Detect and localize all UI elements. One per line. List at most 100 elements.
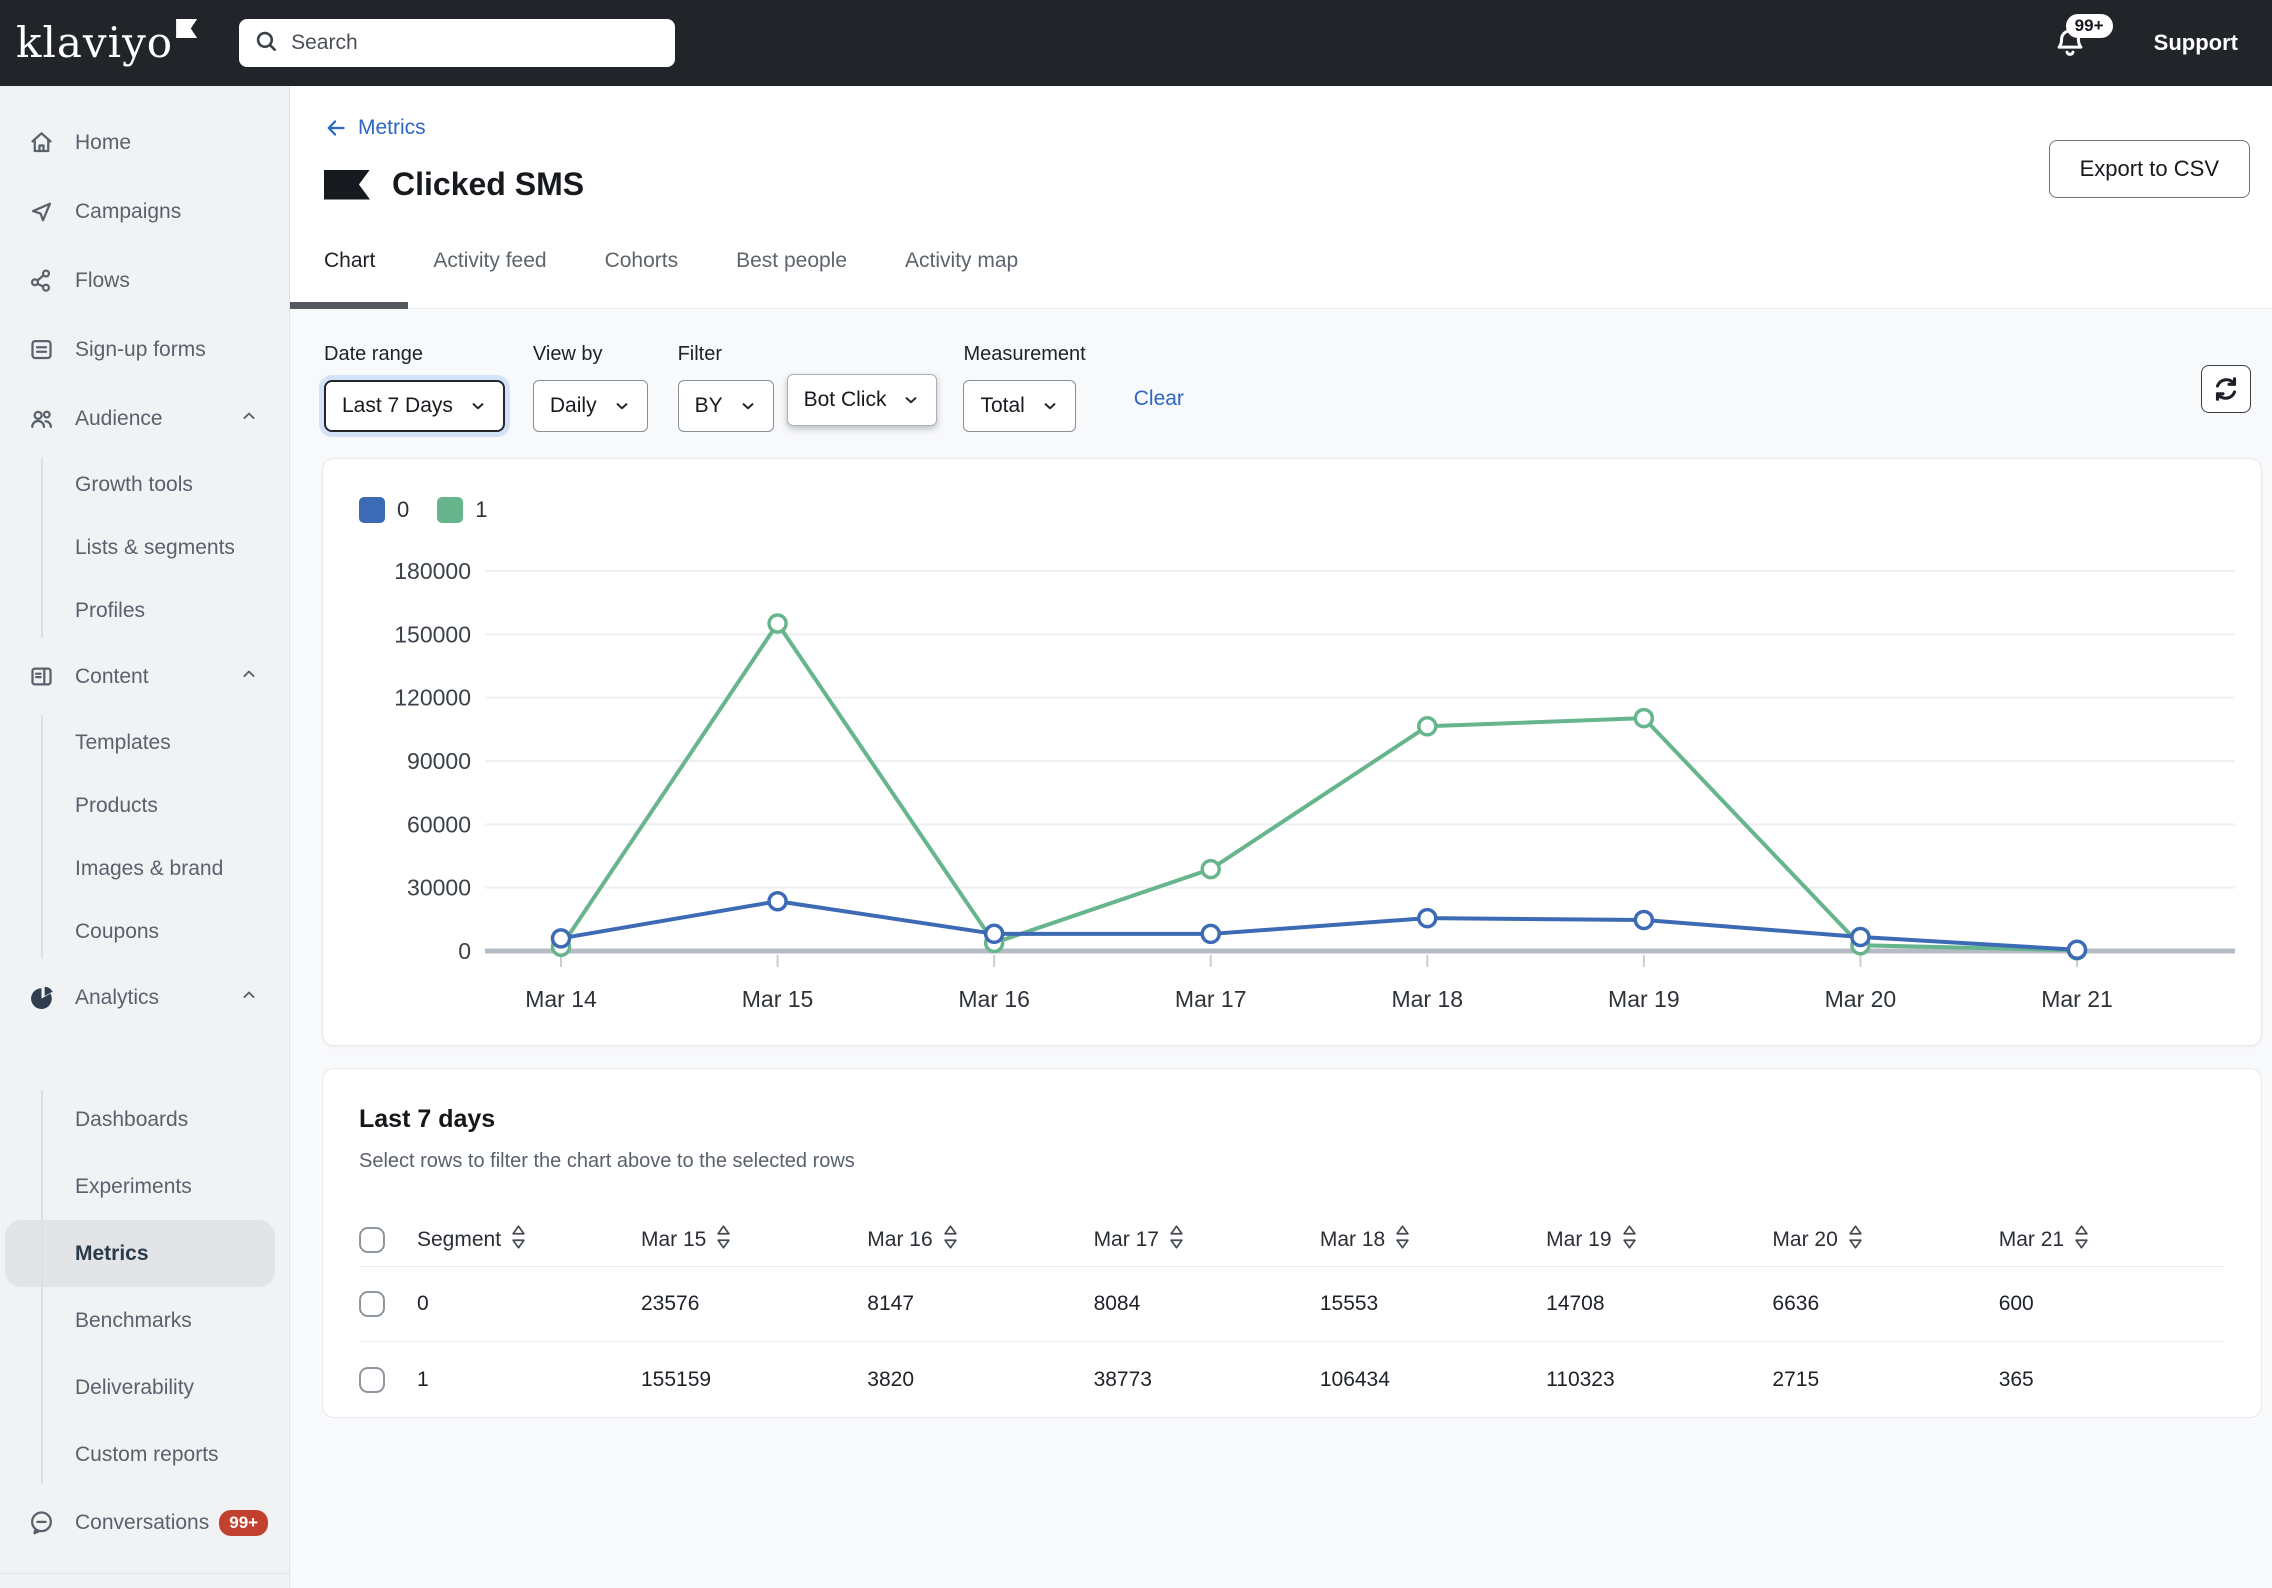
sidebar-item-sign-up-forms[interactable]: Sign-up forms — [0, 315, 289, 384]
global-search[interactable] — [239, 19, 676, 67]
column-header-mar-16[interactable]: Mar 16 — [867, 1224, 1093, 1256]
audience-icon — [28, 405, 55, 432]
legend-entry-1[interactable]: 1 — [437, 497, 488, 523]
table-row-segment-0[interactable]: 0 23576 8147 8084 15553 14708 6636 600 — [359, 1267, 2225, 1342]
data-point-0-mar-20[interactable] — [1850, 926, 1871, 948]
search-input[interactable] — [291, 31, 662, 55]
column-header-segment[interactable]: Segment — [417, 1224, 641, 1256]
top-bar: klaviyo 99+ Support — [0, 0, 2272, 86]
sidebar-item-images-brand[interactable]: Images & brand — [0, 837, 289, 900]
data-point-0-mar-16[interactable] — [983, 923, 1005, 945]
tab-chart[interactable]: Chart — [324, 243, 375, 308]
sidebar-item-custom-reports[interactable]: Custom reports — [0, 1421, 289, 1488]
sidebar-item-audience[interactable]: Audience — [0, 384, 289, 453]
sidebar-item-experiments[interactable]: Experiments — [0, 1153, 289, 1220]
sidebar-item-coupons[interactable]: Coupons — [0, 900, 289, 963]
sidebar-item-content[interactable]: Content — [0, 642, 289, 711]
sort-icon[interactable] — [716, 1224, 731, 1256]
sidebar-item-metrics[interactable]: Metrics — [5, 1220, 275, 1287]
conversations-count-badge: 99+ — [219, 1509, 269, 1536]
x-axis-label: Mar 16 — [958, 986, 1030, 1012]
breadcrumb[interactable]: Metrics — [324, 116, 426, 140]
column-header-mar-17[interactable]: Mar 17 — [1094, 1224, 1320, 1256]
chevron-down-icon — [742, 403, 754, 410]
table-row-segment-1[interactable]: 1 155159 3820 38773 106434 110323 2715 365 — [359, 1342, 2225, 1417]
select-all-checkbox[interactable] — [359, 1226, 385, 1253]
data-point-1-mar-18[interactable] — [1417, 716, 1438, 737]
segment-cell: 1 — [417, 1367, 429, 1391]
filter-value-select[interactable]: Bot Click — [786, 374, 938, 426]
sidebar-item-benchmarks[interactable]: Benchmarks — [0, 1287, 289, 1354]
column-header-mar-18[interactable]: Mar 18 — [1320, 1224, 1546, 1256]
data-point-0-mar-19[interactable] — [1633, 909, 1655, 931]
value-cell: 600 — [1998, 1292, 2034, 1315]
sidebar-item-campaigns[interactable]: Campaigns — [0, 177, 289, 246]
column-header-label: Mar 21 — [1998, 1227, 2065, 1251]
sort-icon[interactable] — [511, 1224, 526, 1256]
chevron-down-icon — [905, 397, 917, 404]
tab-best-people[interactable]: Best people — [736, 243, 847, 308]
tab-activity-feed[interactable]: Activity feed — [433, 243, 546, 308]
data-point-0-mar-18[interactable] — [1417, 907, 1438, 929]
column-header-mar-20[interactable]: Mar 20 — [1772, 1224, 1998, 1256]
sidebar-item-label: Analytics — [75, 985, 160, 1009]
table-subtitle: Select rows to filter the chart above to… — [359, 1150, 855, 1172]
sidebar-item-profiles[interactable]: Profiles — [0, 579, 289, 642]
klaviyo-flag-icon — [176, 19, 198, 38]
column-header-mar-15[interactable]: Mar 15 — [641, 1224, 867, 1256]
export-to-csv-button[interactable]: Export to CSV — [2048, 140, 2250, 198]
page-title: Clicked SMS — [392, 166, 585, 202]
date-range-select[interactable]: Last 7 Days — [324, 380, 505, 432]
view-by-value: Daily — [549, 394, 597, 417]
legend-swatch — [437, 497, 464, 523]
data-point-0-mar-14[interactable] — [550, 928, 572, 949]
refresh-button[interactable] — [2201, 365, 2251, 413]
column-header-mar-21[interactable]: Mar 21 — [1999, 1224, 2225, 1256]
sidebar-item-lists-segments[interactable]: Lists & segments — [0, 516, 289, 579]
sort-icon[interactable] — [1169, 1224, 1184, 1256]
sidebar-item-dashboards[interactable]: Dashboards — [0, 1086, 289, 1153]
notifications-button[interactable]: 99+ — [2052, 14, 2113, 63]
column-header-label: Mar 18 — [1319, 1227, 1386, 1251]
y-axis-label: 150000 — [394, 621, 471, 647]
column-header-mar-19[interactable]: Mar 19 — [1546, 1224, 1772, 1256]
clear-filters-link[interactable]: Clear — [1134, 343, 1184, 411]
support-link[interactable]: Support — [2154, 30, 2238, 56]
column-header-label: Mar 19 — [1546, 1227, 1612, 1251]
y-axis-label: 0 — [458, 938, 471, 964]
row-checkbox[interactable] — [359, 1366, 385, 1393]
value-cell: 14708 — [1546, 1292, 1605, 1315]
content-icon — [28, 663, 55, 690]
sort-icon[interactable] — [1395, 1224, 1410, 1256]
row-checkbox[interactable] — [359, 1291, 385, 1317]
x-axis-label: Mar 17 — [1175, 986, 1247, 1012]
sort-icon[interactable] — [1622, 1224, 1637, 1256]
sort-icon[interactable] — [943, 1224, 958, 1256]
data-point-0-mar-21[interactable] — [2066, 939, 2088, 960]
data-point-0-mar-17[interactable] — [1200, 923, 1221, 945]
klaviyo-logo[interactable]: klaviyo — [16, 13, 198, 73]
sidebar-item-products[interactable]: Products — [0, 774, 289, 837]
sidebar-item-analytics[interactable]: Analytics — [0, 963, 289, 1032]
sidebar-item-label: Campaigns — [75, 199, 182, 223]
sidebar-item-home[interactable]: Home — [0, 108, 289, 177]
tab-activity-map[interactable]: Activity map — [905, 243, 1018, 308]
legend-entry-0[interactable]: 0 — [359, 497, 409, 523]
sidebar-item-deliverability[interactable]: Deliverability — [0, 1354, 289, 1421]
value-cell: 8084 — [1093, 1292, 1141, 1315]
sidebar-item-growth-tools[interactable]: Growth tools — [0, 453, 289, 516]
data-point-1-mar-15[interactable] — [767, 613, 788, 634]
chevron-down-icon — [616, 403, 628, 410]
sidebar-item-flows[interactable]: Flows — [0, 246, 289, 315]
data-point-1-mar-17[interactable] — [1200, 858, 1221, 880]
filter-field-select[interactable]: BY — [677, 380, 774, 432]
tab-cohorts[interactable]: Cohorts — [605, 243, 679, 308]
data-point-0-mar-15[interactable] — [767, 890, 788, 912]
data-point-1-mar-19[interactable] — [1633, 707, 1655, 729]
view-by-select[interactable]: Daily — [532, 380, 648, 432]
sidebar-item-templates[interactable]: Templates — [0, 711, 289, 774]
measurement-select[interactable]: Total — [963, 380, 1076, 432]
sort-icon[interactable] — [2074, 1224, 2089, 1256]
sidebar-item-conversations[interactable]: Conversations 99+ — [0, 1488, 289, 1557]
sort-icon[interactable] — [1848, 1224, 1863, 1256]
